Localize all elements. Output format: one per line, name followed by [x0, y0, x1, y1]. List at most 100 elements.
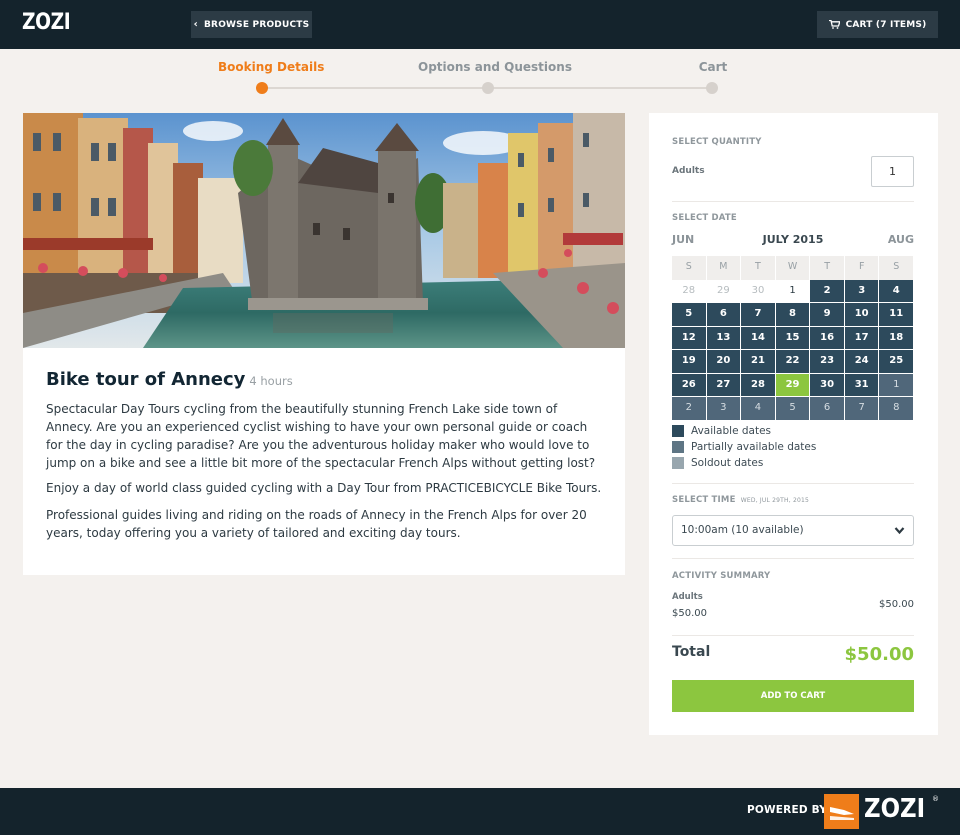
- tour-details-card: Bike tour of Annecy 4 hours Spectacular D…: [23, 113, 625, 575]
- total-label: Total: [672, 644, 711, 660]
- summary-line-total: $50.00: [879, 599, 914, 610]
- calendar-day[interactable]: 7: [844, 397, 880, 421]
- calendar-day[interactable]: 17: [844, 326, 880, 350]
- calendar-day[interactable]: 21: [741, 350, 776, 374]
- calendar-day[interactable]: 3: [706, 397, 742, 421]
- calendar-day[interactable]: 26: [672, 373, 707, 397]
- divider: [672, 483, 914, 484]
- calendar-day[interactable]: 11: [879, 303, 915, 327]
- calendar-day[interactable]: 4: [879, 279, 915, 303]
- calendar-week-row: 12 13 14 15 16 17 18: [672, 326, 915, 350]
- calendar-day[interactable]: 8: [775, 303, 811, 327]
- divider: [672, 558, 914, 559]
- calendar-day[interactable]: 30: [810, 373, 845, 397]
- step-label: Cart: [698, 60, 728, 74]
- legend-label: Soldout dates: [691, 457, 764, 469]
- next-month-button[interactable]: AUG: [888, 233, 914, 246]
- calendar-day[interactable]: 25: [879, 350, 915, 374]
- zozi-mark-icon: [824, 794, 859, 829]
- weekday-label: W: [775, 256, 811, 280]
- calendar-day: 29: [706, 279, 742, 303]
- calendar-day[interactable]: 31: [844, 373, 880, 397]
- weekday-label: T: [741, 256, 776, 280]
- divider: [672, 201, 914, 202]
- summary-adults-label: Adults: [672, 592, 703, 602]
- calendar-day[interactable]: 16: [810, 326, 845, 350]
- time-select-dropdown[interactable]: 10:00am (10 available): [672, 515, 914, 546]
- step-booking-details[interactable]: Booking Details: [218, 56, 325, 94]
- tour-description-paragraph: Spectacular Day Tours cycling from the b…: [46, 402, 596, 470]
- calendar-day[interactable]: 10: [844, 303, 880, 327]
- tour-description-paragraph: Professional guides living and riding on…: [46, 508, 587, 540]
- legend-label: Partially available dates: [691, 441, 817, 453]
- calendar-day[interactable]: 1: [879, 373, 915, 397]
- cart-button[interactable]: CART (7 ITEMS): [817, 11, 938, 38]
- calendar-week-row: 19 20 21 22 23 24 25: [672, 350, 915, 374]
- step-dot: [706, 82, 718, 94]
- calendar-day[interactable]: 19: [672, 350, 707, 374]
- weekday-label: S: [879, 256, 915, 280]
- calendar-day[interactable]: 15: [775, 326, 811, 350]
- step-dot: [256, 82, 268, 94]
- browse-products-button[interactable]: ‹ BROWSE PRODUCTS: [191, 11, 312, 38]
- calendar-day[interactable]: 14: [741, 326, 776, 350]
- calendar-day: 30: [741, 279, 776, 303]
- step-label: Booking Details: [218, 60, 325, 74]
- calendar-day[interactable]: 23: [810, 350, 845, 374]
- calendar-day[interactable]: 22: [775, 350, 811, 374]
- cart-label: CART (7 ITEMS): [845, 19, 927, 30]
- footer-zozi-logo[interactable]: ZOZI: [864, 794, 925, 824]
- weekday-label: M: [706, 256, 742, 280]
- calendar-day[interactable]: 8: [879, 397, 915, 421]
- calendar-day[interactable]: 24: [844, 350, 880, 374]
- calendar-day-selected[interactable]: 29: [775, 373, 811, 397]
- activity-summary-label: ACTIVITY SUMMARY: [672, 571, 771, 581]
- calendar-day[interactable]: 9: [810, 303, 845, 327]
- select-date-label: SELECT DATE: [672, 213, 737, 223]
- calendar-day[interactable]: 3: [844, 279, 880, 303]
- legend-swatch: [672, 425, 684, 437]
- registered-mark: ®: [932, 795, 939, 803]
- zozi-logo[interactable]: ZOZI: [22, 10, 71, 35]
- weekday-label: S: [672, 256, 707, 280]
- cart-icon: [828, 20, 840, 29]
- calendar-day[interactable]: 2: [810, 279, 845, 303]
- step-cart[interactable]: Cart: [686, 56, 740, 94]
- select-time-label: SELECT TIME WED, JUL 29TH, 2015: [672, 495, 809, 505]
- summary-unit-price: $50.00: [672, 608, 707, 619]
- calendar-header: JULY 2015 JUN AUG: [672, 233, 914, 249]
- calendar-day: 1: [775, 279, 811, 303]
- previous-month-button[interactable]: JUN: [672, 233, 694, 246]
- tour-title-text: Bike tour of Annecy: [46, 369, 246, 390]
- top-header: ZOZI ‹ BROWSE PRODUCTS CART (7 ITEMS): [0, 0, 960, 49]
- calendar-day[interactable]: 6: [810, 397, 845, 421]
- legend-swatch: [672, 457, 684, 469]
- divider: [672, 635, 914, 636]
- calendar-day[interactable]: 12: [672, 326, 707, 350]
- calendar-day[interactable]: 2: [672, 397, 707, 421]
- browse-products-label: BROWSE PRODUCTS: [204, 19, 310, 30]
- calendar-day[interactable]: 6: [706, 303, 742, 327]
- step-options-and-questions[interactable]: Options and Questions: [418, 56, 572, 94]
- calendar-week-row: 2345678: [672, 397, 915, 421]
- calendar-day[interactable]: 5: [775, 397, 811, 421]
- step-dot: [482, 82, 494, 94]
- add-to-cart-button[interactable]: ADD TO CART: [672, 680, 914, 712]
- adults-quantity-input[interactable]: 1: [871, 156, 914, 187]
- date-calendar: S M T W T F S 28 29 30 1 2 3 4 5 6 7 8 9 10 11 12 13 14 15 16 17 18…: [672, 256, 915, 421]
- tour-duration: 4 hours: [249, 374, 293, 388]
- calendar-day[interactable]: 20: [706, 350, 742, 374]
- calendar-week-row: 5 6 7 8 9 10 11: [672, 303, 915, 327]
- calendar-legend: Available dates Partially available date…: [672, 423, 816, 471]
- selected-date-text: WED, JUL 29TH, 2015: [740, 497, 810, 504]
- calendar-day[interactable]: 18: [879, 326, 915, 350]
- calendar-day[interactable]: 4: [741, 397, 776, 421]
- calendar-day[interactable]: 7: [741, 303, 776, 327]
- calendar-day[interactable]: 5: [672, 303, 707, 327]
- chevron-left-icon: ‹: [193, 19, 198, 30]
- calendar-day[interactable]: 28: [741, 373, 776, 397]
- calendar-day[interactable]: 27: [706, 373, 742, 397]
- current-month-label: JULY 2015: [762, 233, 824, 246]
- calendar-day[interactable]: 13: [706, 326, 742, 350]
- select-quantity-label: SELECT QUANTITY: [672, 137, 762, 147]
